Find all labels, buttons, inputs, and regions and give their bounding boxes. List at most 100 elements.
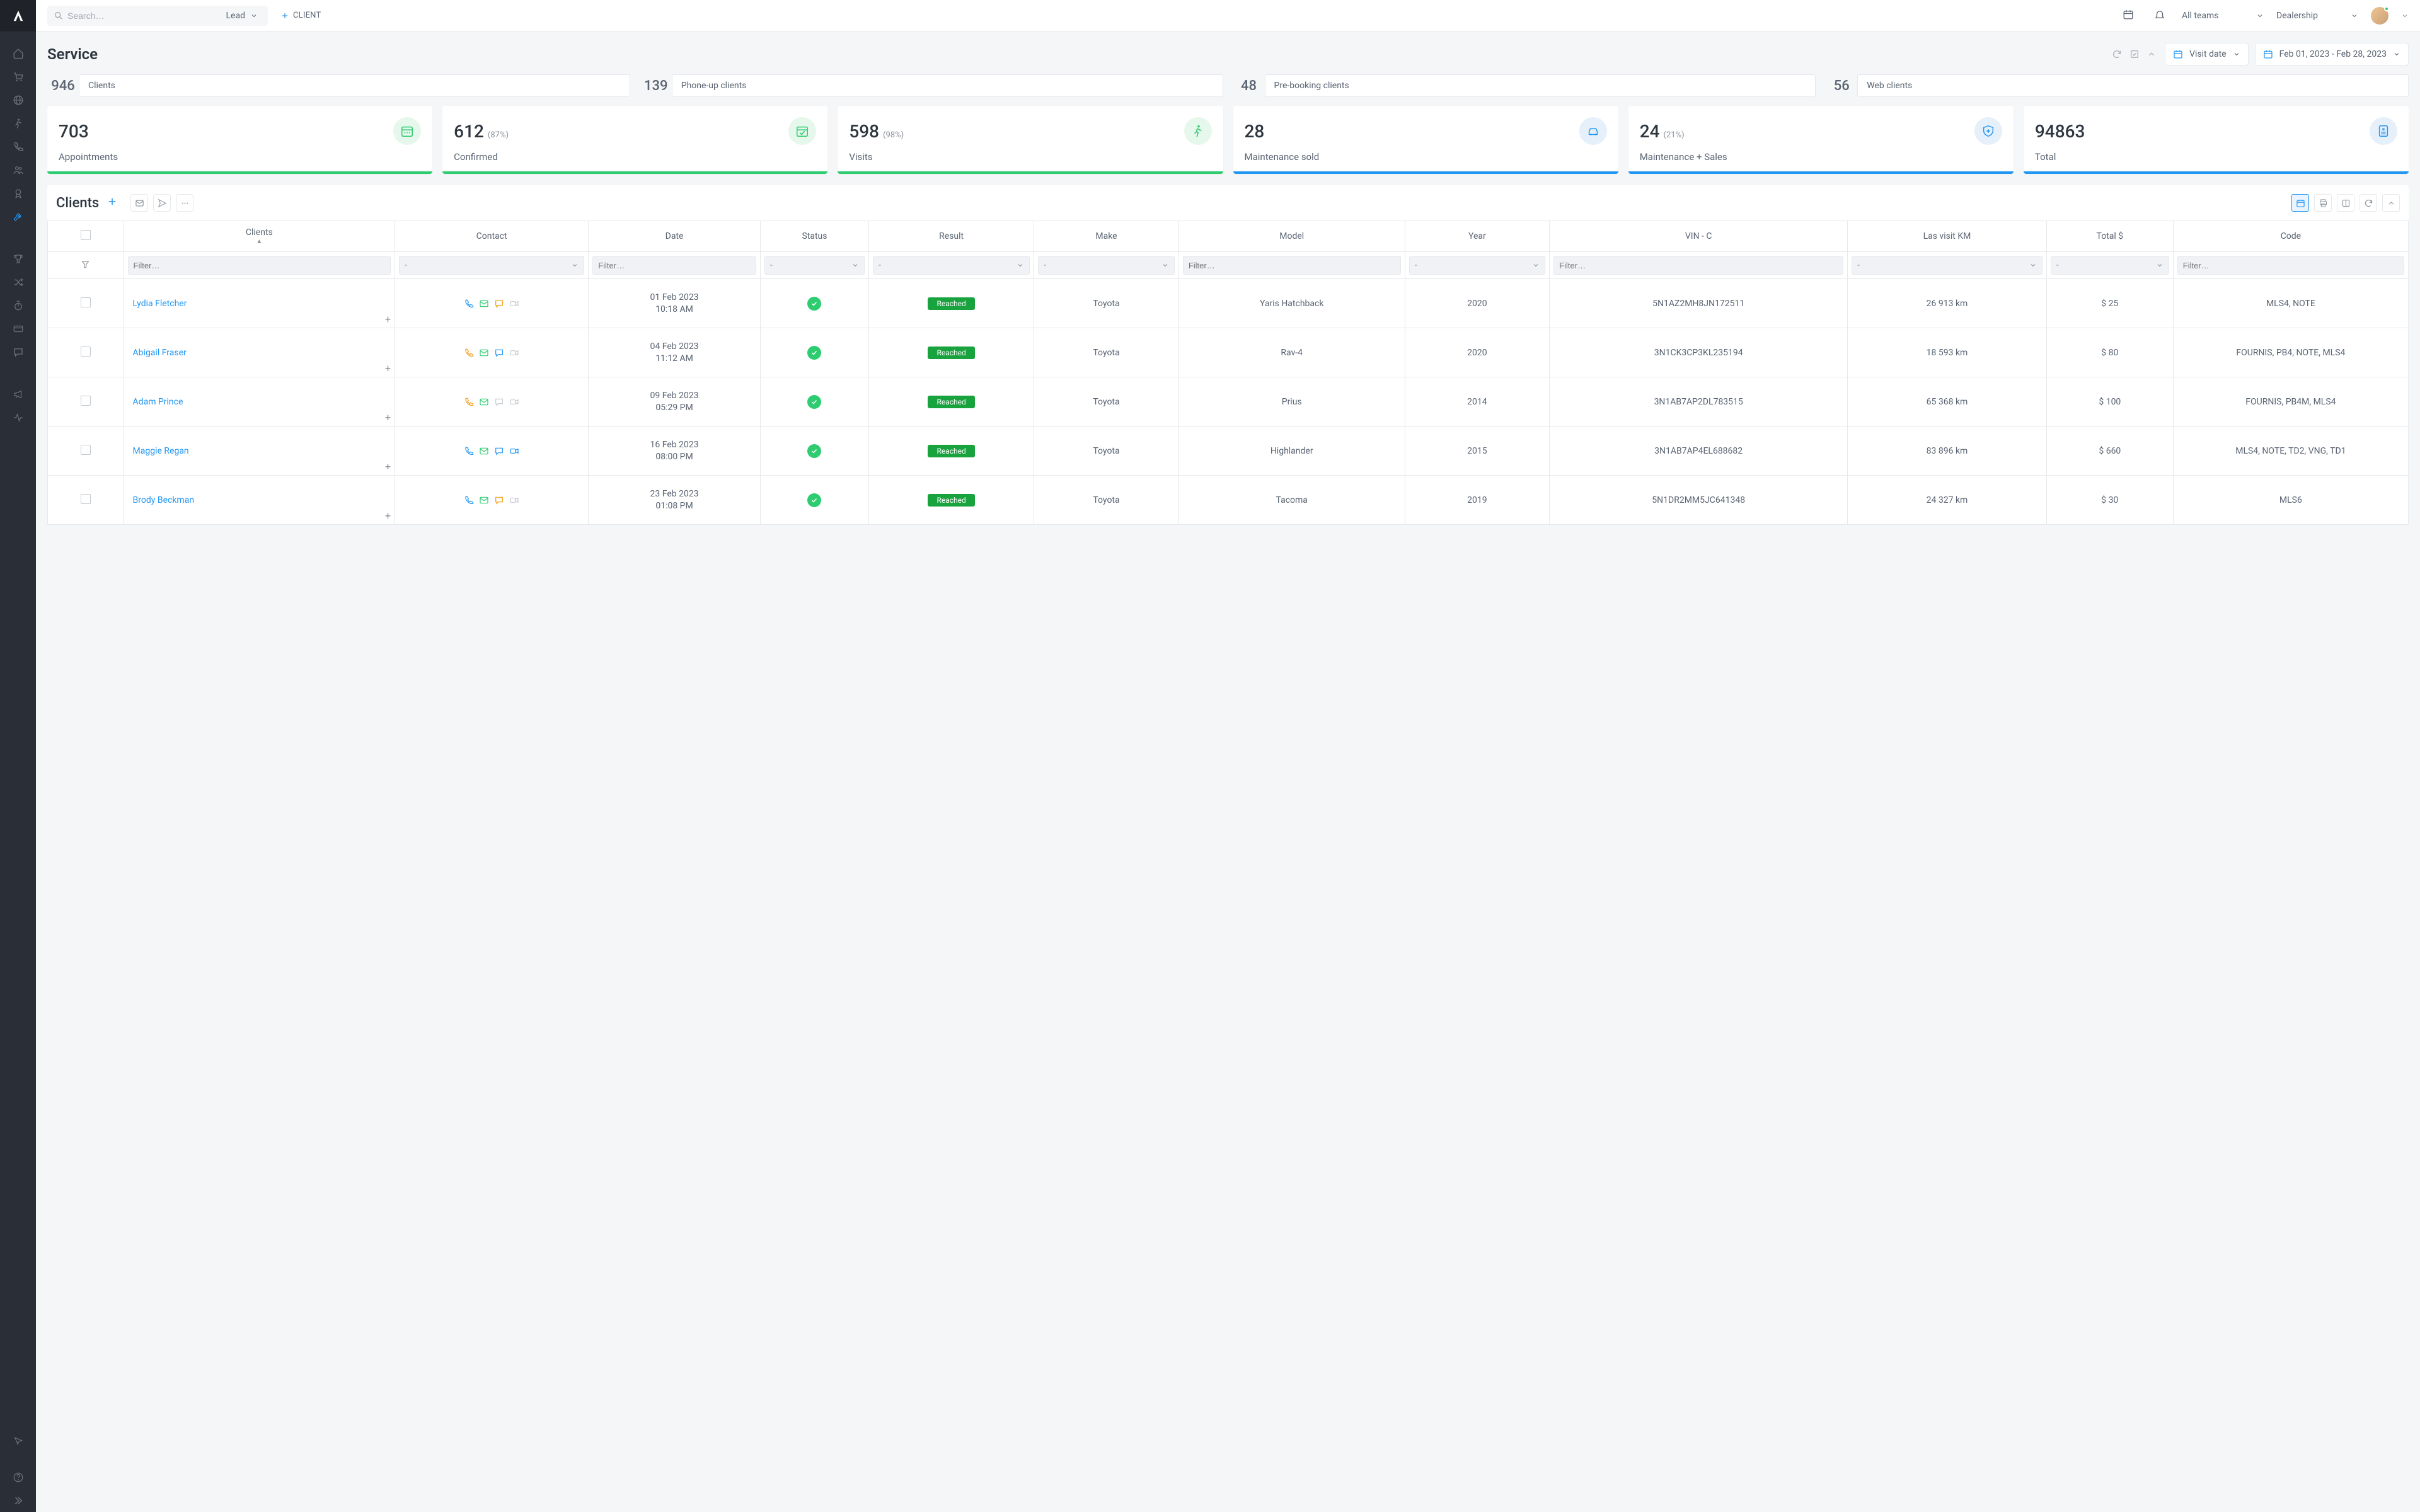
summary-label[interactable]: Phone-up clients	[672, 74, 1223, 97]
dealership-dropdown[interactable]: Dealership	[2276, 11, 2358, 21]
visit-date-dropdown[interactable]: Visit date	[2165, 43, 2249, 66]
summary-label[interactable]: Pre-booking clients	[1265, 74, 1816, 97]
add-client-button[interactable]: CLIENT	[280, 11, 321, 20]
mail-icon[interactable]	[478, 396, 490, 408]
kpi-card-5[interactable]: 94863 Total	[2024, 106, 2409, 174]
row-checkbox[interactable]	[81, 494, 91, 504]
nav-service[interactable]	[0, 205, 36, 228]
filter-km[interactable]: -	[1852, 256, 2043, 275]
view-calendar-button[interactable]	[2291, 194, 2309, 212]
nav-help[interactable]	[0, 1465, 36, 1489]
nav-cursor[interactable]	[0, 1429, 36, 1453]
search-wrap[interactable]: Lead	[47, 6, 268, 26]
row-expand-icon[interactable]: +	[385, 461, 391, 472]
nav-comment[interactable]	[0, 340, 36, 364]
kpi-card-1[interactable]: 612(87%) Confirmed	[442, 106, 827, 174]
filter-contact[interactable]: -	[399, 256, 584, 275]
video-icon[interactable]	[509, 495, 520, 506]
client-name-link[interactable]: Lydia Fletcher+	[124, 279, 395, 328]
search-type-dropdown[interactable]: Lead	[226, 11, 262, 21]
kpi-card-2[interactable]: 598(98%) Visits	[838, 106, 1223, 174]
notifications-button[interactable]	[2150, 9, 2169, 23]
th-vin[interactable]: VIN - C	[1550, 221, 1848, 252]
th-total[interactable]: Total $	[2046, 221, 2173, 252]
chevron-down-icon[interactable]	[2401, 12, 2409, 20]
collapse-icon[interactable]	[2147, 50, 2156, 59]
filter-icon[interactable]	[81, 260, 90, 269]
video-icon[interactable]	[509, 298, 520, 309]
kpi-card-3[interactable]: 28 Maintenance sold	[1233, 106, 1618, 174]
nav-home[interactable]	[0, 42, 36, 65]
filter-model[interactable]	[1183, 256, 1401, 275]
phone-icon[interactable]	[463, 347, 475, 358]
select-all-checkbox[interactable]	[81, 230, 91, 240]
comment-icon[interactable]	[493, 495, 505, 506]
th-model[interactable]: Model	[1178, 221, 1405, 252]
nav-card[interactable]	[0, 317, 36, 340]
row-checkbox[interactable]	[81, 396, 91, 406]
row-expand-icon[interactable]: +	[385, 510, 391, 522]
th-contact[interactable]: Contact	[395, 221, 589, 252]
user-avatar[interactable]	[2371, 7, 2388, 25]
mail-icon[interactable]	[478, 347, 490, 358]
comment-icon[interactable]	[493, 298, 505, 309]
search-input[interactable]	[67, 11, 226, 21]
nav-timer[interactable]	[0, 294, 36, 317]
refresh-icon[interactable]	[2112, 49, 2122, 59]
row-checkbox[interactable]	[81, 445, 91, 455]
filter-date[interactable]	[592, 256, 756, 275]
date-range-picker[interactable]: Feb 01, 2023 - Feb 28, 2023	[2255, 43, 2409, 66]
nav-expand[interactable]	[0, 1489, 36, 1512]
calendar-icon-button[interactable]	[2119, 9, 2138, 23]
client-name-link[interactable]: Abigail Fraser+	[124, 328, 395, 377]
nav-shuffle[interactable]	[0, 270, 36, 294]
th-result[interactable]: Result	[869, 221, 1034, 252]
filter-year[interactable]: -	[1409, 256, 1546, 275]
nav-activity[interactable]	[0, 406, 36, 429]
th-km[interactable]: Las visit KM	[1848, 221, 2047, 252]
filter-clients[interactable]	[128, 256, 391, 275]
nav-phone[interactable]	[0, 135, 36, 158]
filter-result[interactable]: -	[873, 256, 1030, 275]
collapse-table-button[interactable]	[2382, 194, 2400, 212]
comment-icon[interactable]	[493, 445, 505, 457]
video-icon[interactable]	[509, 445, 520, 457]
filter-status[interactable]: -	[764, 256, 865, 275]
more-actions-button[interactable]	[176, 194, 193, 212]
nav-walk[interactable]	[0, 112, 36, 135]
row-checkbox[interactable]	[81, 297, 91, 307]
th-clients[interactable]: Clients	[246, 227, 273, 238]
filter-total[interactable]: -	[2051, 256, 2169, 275]
checkbox-icon[interactable]	[2129, 49, 2140, 59]
nav-users[interactable]	[0, 158, 36, 181]
th-date[interactable]: Date	[589, 221, 761, 252]
kpi-card-4[interactable]: 24(21%) Maintenance + Sales	[1628, 106, 2014, 174]
columns-button[interactable]	[2337, 194, 2354, 212]
nav-trophy[interactable]	[0, 247, 36, 270]
video-icon[interactable]	[509, 347, 520, 358]
client-name-link[interactable]: Adam Prince+	[124, 377, 395, 427]
phone-icon[interactable]	[463, 298, 475, 309]
video-icon[interactable]	[509, 396, 520, 408]
filter-vin[interactable]	[1553, 256, 1843, 275]
phone-icon[interactable]	[463, 495, 475, 506]
nav-badge[interactable]	[0, 181, 36, 205]
row-expand-icon[interactable]: +	[385, 313, 391, 325]
filter-make[interactable]: -	[1038, 256, 1175, 275]
teams-dropdown[interactable]: All teams	[2182, 11, 2264, 21]
mail-icon[interactable]	[478, 298, 490, 309]
phone-icon[interactable]	[463, 396, 475, 408]
th-code[interactable]: Code	[2173, 221, 2408, 252]
row-checkbox[interactable]	[81, 346, 91, 357]
nav-globe[interactable]	[0, 88, 36, 112]
summary-label[interactable]: Clients	[79, 74, 630, 97]
mail-icon[interactable]	[478, 495, 490, 506]
nav-cart[interactable]	[0, 65, 36, 88]
summary-label[interactable]: Web clients	[1857, 74, 2409, 97]
print-button[interactable]	[2314, 194, 2332, 212]
comment-icon[interactable]	[493, 347, 505, 358]
comment-icon[interactable]	[493, 396, 505, 408]
th-make[interactable]: Make	[1034, 221, 1179, 252]
row-expand-icon[interactable]: +	[385, 362, 391, 374]
app-logo[interactable]	[0, 0, 36, 32]
